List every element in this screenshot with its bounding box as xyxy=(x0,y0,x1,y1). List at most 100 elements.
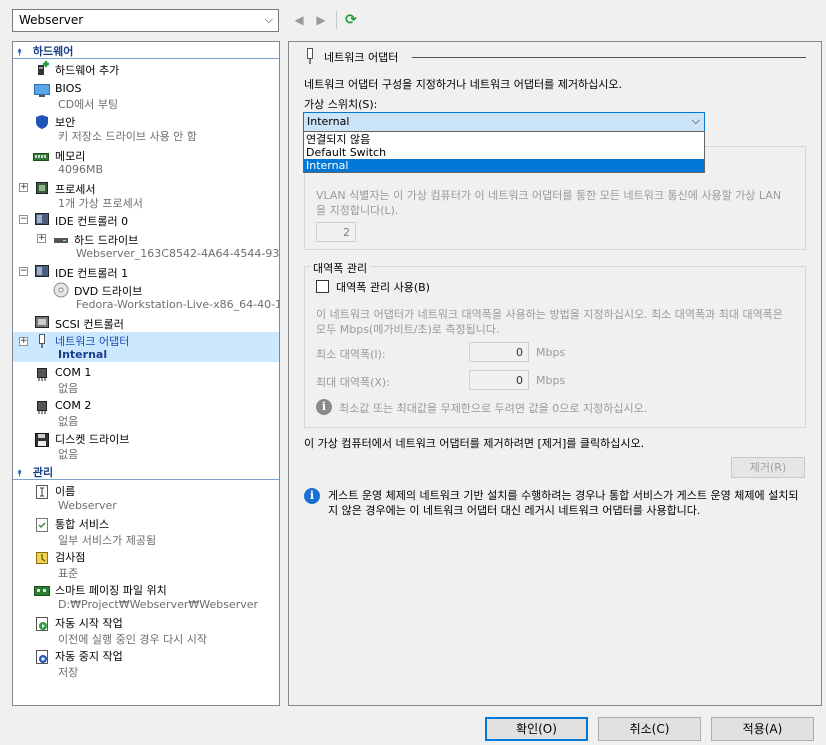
com-port-icon xyxy=(37,401,47,414)
name-icon xyxy=(36,485,48,499)
tree-item-diskette-drive[interactable]: 디스켓 드라이브 없음 xyxy=(13,430,279,461)
add-hardware-icon xyxy=(38,61,49,75)
tree-item-detail: Webserver_163C8542-4A64-4544-93... xyxy=(76,247,280,260)
tree-item-detail: 없음 xyxy=(58,382,79,395)
collapse-icon: ⯭ xyxy=(17,469,23,479)
back-arrow-icon[interactable]: ◀ xyxy=(290,10,308,30)
processor-icon xyxy=(36,182,48,194)
tree-item-label: BIOS xyxy=(55,82,82,95)
collapse-icon: ⯭ xyxy=(17,48,23,58)
cancel-button[interactable]: 취소(C) xyxy=(598,717,701,741)
tree-item-label: IDE 컨트롤러 1 xyxy=(55,267,129,280)
tree-item-label: 네트워크 어댑터 xyxy=(55,335,130,348)
tree-item-memory[interactable]: 메모리 4096MB xyxy=(13,146,279,176)
ide-controller-icon xyxy=(35,265,49,277)
bandwidth-checkbox-label[interactable]: 대역폭 관리 사용(B) xyxy=(336,279,430,295)
tree-item-ide-controller-1[interactable]: − IDE 컨트롤러 1 xyxy=(13,263,279,280)
tree-item-scsi-controller[interactable]: SCSI 컨트롤러 xyxy=(13,314,279,331)
virtual-switch-select[interactable]: Internal ⌵ xyxy=(303,112,705,132)
tree-item-label: DVD 드라이브 xyxy=(74,285,143,298)
apply-button[interactable]: 적용(A) xyxy=(711,717,814,741)
tree-item-smart-paging[interactable]: 스마트 페이징 파일 위치 D:₩Project₩Webserver₩Webse… xyxy=(13,581,279,613)
tree-item-network-adapter[interactable]: + 네트워크 어댑터 Internal xyxy=(13,332,279,362)
tree-item-label: 자동 중지 작업 xyxy=(55,650,123,663)
tree-item-label: 자동 시작 작업 xyxy=(55,617,123,630)
tree-item-detail: 없음 xyxy=(58,448,79,461)
tree-item-com1[interactable]: COM 1 없음 xyxy=(13,365,279,395)
forward-arrow-icon[interactable]: ▶ xyxy=(312,10,330,30)
tree-item-name[interactable]: 이름 Webserver xyxy=(13,482,279,514)
scsi-controller-icon xyxy=(35,316,49,328)
vlan-id-input[interactable]: 2 xyxy=(316,222,356,242)
management-section-header[interactable]: ⯭ 관리 xyxy=(13,464,279,480)
tree-item-hard-drive[interactable]: + 하드 드라이브 Webserver_163C8542-4A64-4544-9… xyxy=(13,229,279,261)
chevron-down-icon: ⌵ xyxy=(691,114,700,127)
tree-item-dvd-drive[interactable]: DVD 드라이브 Fedora-Workstation-Live-x86_64-… xyxy=(13,280,279,312)
collapse-icon[interactable]: − xyxy=(19,267,28,276)
settings-tree[interactable]: ⯭ 하드웨어 하드웨어 추가 BIOS CD에서 부팅 보안 키 저장소 드라이… xyxy=(12,41,280,706)
tree-item-detail: CD에서 부팅 xyxy=(58,98,119,111)
title-divider xyxy=(412,57,806,58)
tree-item-add-hardware[interactable]: 하드웨어 추가 xyxy=(13,60,279,77)
tree-item-integration-services[interactable]: 통합 서비스 일부 서비스가 제공됨 xyxy=(13,515,279,547)
virtual-switch-dropdown[interactable]: 연결되지 않음 Default Switch Internal xyxy=(303,131,705,173)
switch-option-not-connected[interactable]: 연결되지 않음 xyxy=(304,133,704,146)
tree-item-detail: Internal xyxy=(58,348,108,361)
bandwidth-note: 최소값 또는 최대값을 무제한으로 두려면 값을 0으로 지정하십시오. xyxy=(339,402,648,415)
refresh-icon[interactable]: ⟳ xyxy=(342,10,360,30)
auto-stop-icon xyxy=(36,650,48,664)
toolbar-divider xyxy=(336,11,337,29)
network-adapter-icon xyxy=(307,48,313,64)
switch-option-internal[interactable]: Internal xyxy=(304,159,704,172)
smart-paging-icon xyxy=(34,586,50,596)
expand-icon[interactable]: + xyxy=(19,183,28,192)
tree-item-label: 하드웨어 추가 xyxy=(55,64,120,77)
info-icon: i xyxy=(304,488,320,504)
com-port-icon xyxy=(37,368,47,381)
tree-item-label: COM 2 xyxy=(55,399,92,412)
remove-button[interactable]: 제거(R) xyxy=(731,457,805,478)
tree-item-auto-stop[interactable]: 자동 중지 작업 저장 xyxy=(13,647,279,679)
tree-item-detail: 저장 xyxy=(58,666,79,679)
collapse-icon[interactable]: − xyxy=(19,215,28,224)
tree-item-bios[interactable]: BIOS CD에서 부팅 xyxy=(13,80,279,111)
tree-item-label: 디스켓 드라이브 xyxy=(55,433,130,446)
virtual-switch-value: Internal xyxy=(307,115,350,128)
tree-item-detail: 일부 서비스가 제공됨 xyxy=(58,534,157,547)
vlan-description: VLAN 식별자는 이 가상 컴퓨터가 이 네트워크 어댑터를 통한 모든 네트… xyxy=(316,189,782,217)
bandwidth-checkbox[interactable] xyxy=(316,280,329,293)
tree-item-detail: D:₩Project₩Webserver₩Webserver xyxy=(58,598,259,611)
tree-item-security[interactable]: 보안 키 저장소 드라이브 사용 안 함 xyxy=(13,112,279,143)
dvd-icon xyxy=(53,282,69,298)
virtual-switch-label: 가상 스위치(S): xyxy=(304,98,378,111)
tree-item-detail: 이전에 실행 중인 경우 다시 시작 xyxy=(58,633,208,646)
tree-item-auto-start[interactable]: 자동 시작 작업 이전에 실행 중인 경우 다시 시작 xyxy=(13,614,279,646)
max-bandwidth-input[interactable]: 0 xyxy=(469,370,529,390)
hard-drive-icon xyxy=(54,238,68,243)
remove-description: 이 가상 컴퓨터에서 네트워크 어댑터를 제거하려면 [제거]를 클릭하십시오. xyxy=(304,437,645,450)
checkpoint-icon xyxy=(36,552,48,564)
tree-item-processor[interactable]: + 프로세서 1개 가상 프로세서 xyxy=(13,178,279,210)
min-bandwidth-input[interactable]: 0 xyxy=(469,342,529,362)
tree-item-checkpoints[interactable]: 검사점 표준 xyxy=(13,548,279,580)
min-bandwidth-label: 최소 대역폭(I): xyxy=(316,348,386,361)
vm-select-value: Webserver xyxy=(19,13,84,27)
hardware-section-header[interactable]: ⯭ 하드웨어 xyxy=(13,43,279,59)
tree-item-detail: Webserver xyxy=(58,499,117,512)
switch-option-default[interactable]: Default Switch xyxy=(304,146,704,159)
tree-item-com2[interactable]: COM 2 없음 xyxy=(13,398,279,428)
info-icon: i xyxy=(316,399,332,415)
max-bandwidth-label: 최대 대역폭(X): xyxy=(316,376,390,389)
tree-item-label: 검사점 xyxy=(55,551,86,564)
auto-start-icon xyxy=(36,617,48,631)
ok-button[interactable]: 확인(O) xyxy=(485,717,588,741)
shield-icon xyxy=(36,115,48,129)
expand-icon[interactable]: + xyxy=(19,337,28,346)
panel-description: 네트워크 어댑터 구성을 지정하거나 네트워크 어댑터를 제거하십시오. xyxy=(304,78,622,91)
expand-icon[interactable]: + xyxy=(37,234,46,243)
vm-select[interactable]: Webserver ⌵ xyxy=(12,9,279,32)
tree-item-ide-controller-0[interactable]: − IDE 컨트롤러 0 xyxy=(13,211,279,228)
tree-item-label: COM 1 xyxy=(55,366,92,379)
bios-icon xyxy=(34,84,50,97)
ide-controller-icon xyxy=(35,213,49,225)
